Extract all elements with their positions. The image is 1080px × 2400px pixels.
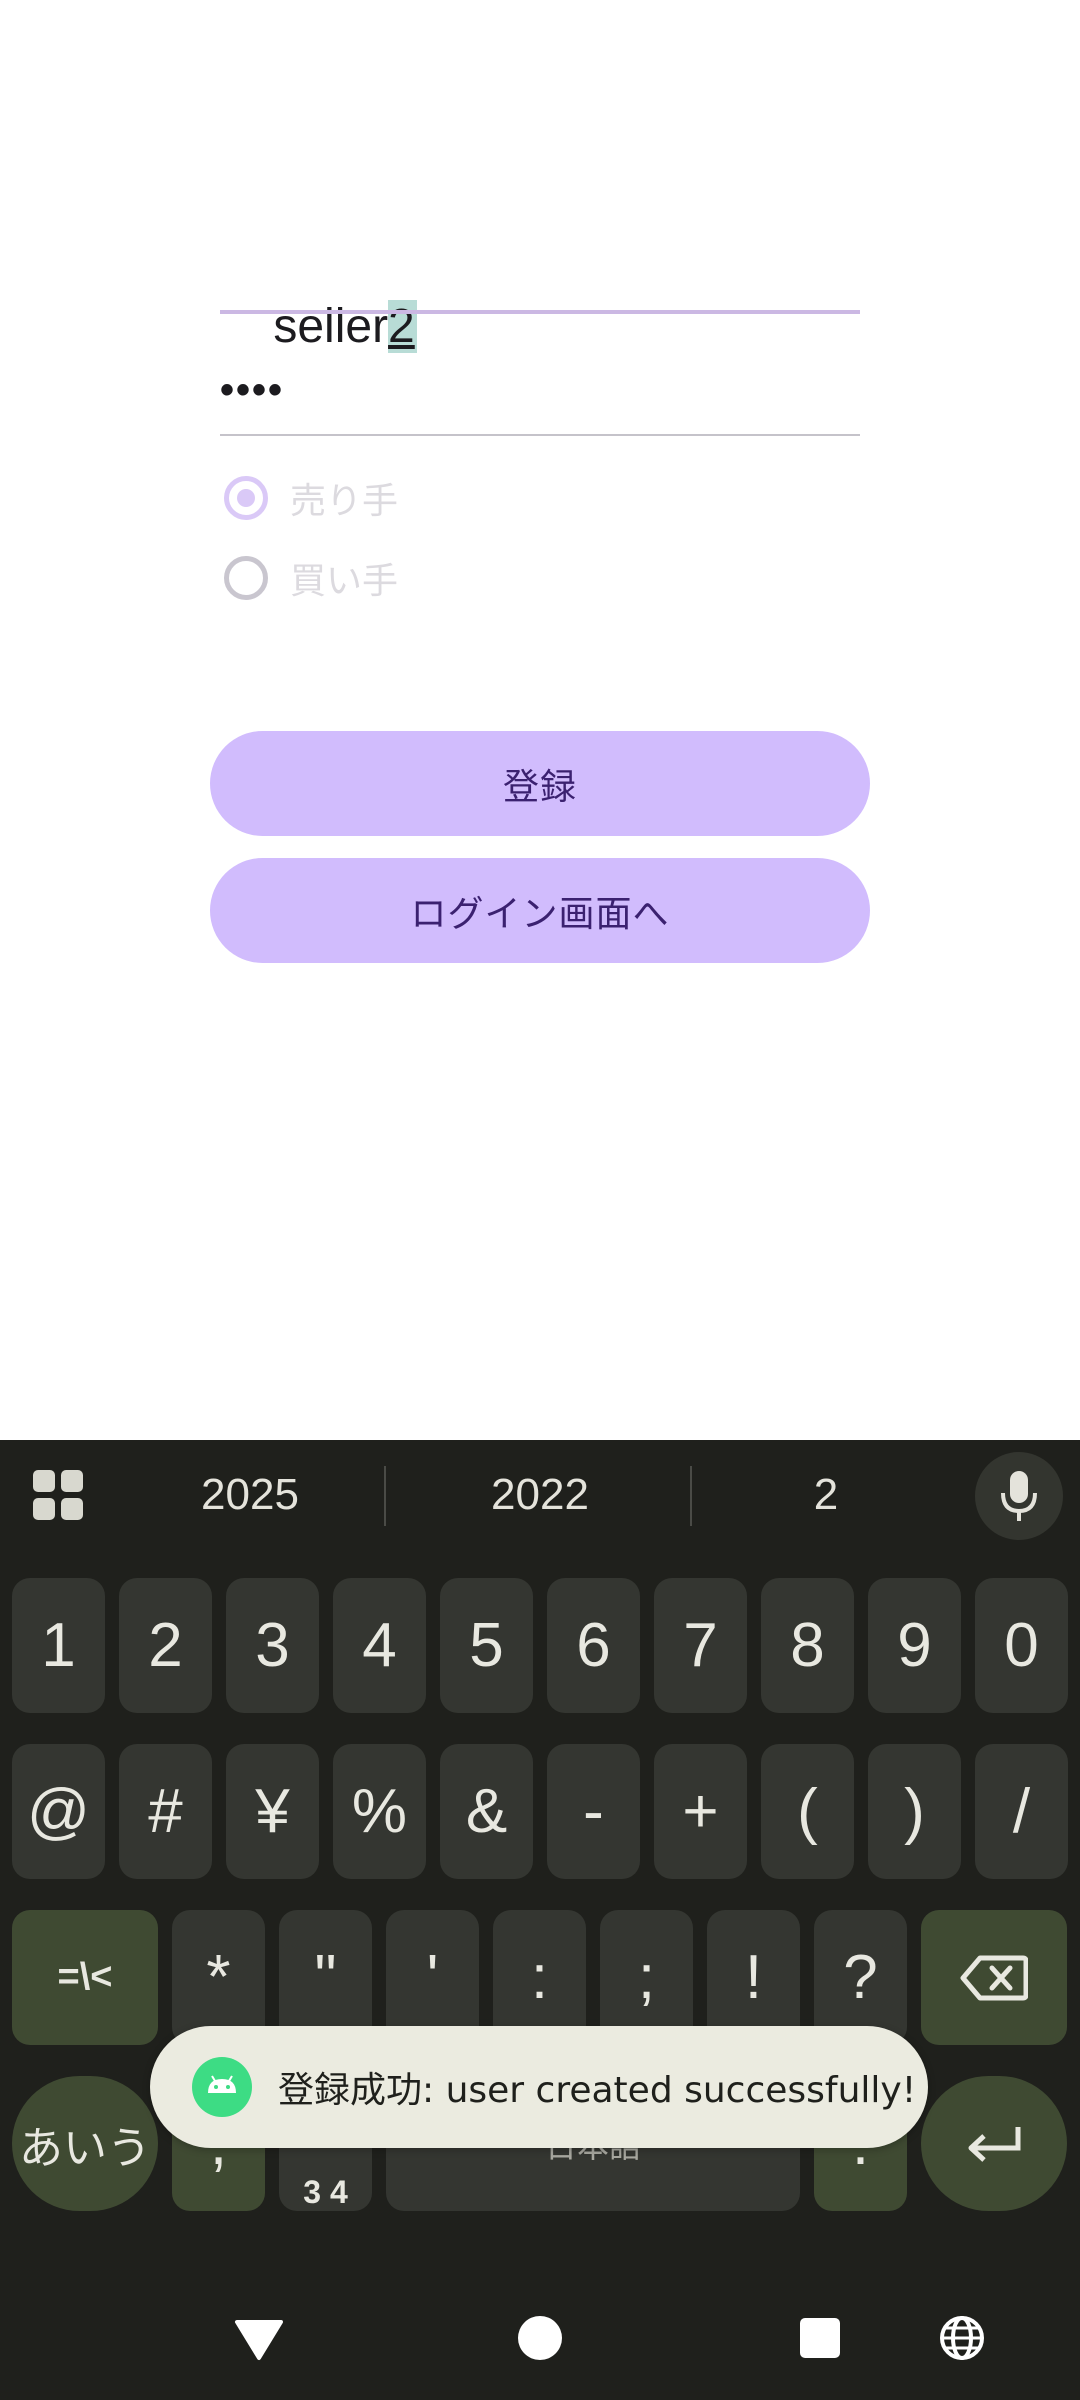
suggestion-2[interactable]: 2022 bbox=[390, 1440, 690, 1550]
radio-seller-label: 売り手 bbox=[290, 481, 399, 522]
key[interactable]: 7 bbox=[654, 1578, 747, 1713]
backspace-icon bbox=[960, 1955, 1028, 2000]
to-login-button[interactable]: ログイン画面へ bbox=[210, 858, 870, 963]
key[interactable]: 2 bbox=[119, 1578, 212, 1713]
key[interactable]: 4 bbox=[333, 1578, 426, 1713]
key[interactable]: @ bbox=[12, 1744, 105, 1879]
key[interactable]: : bbox=[493, 1910, 586, 2045]
navigation-bar bbox=[0, 2280, 1080, 2400]
language-icon[interactable] bbox=[938, 2314, 986, 2362]
home-icon[interactable] bbox=[518, 2316, 562, 2360]
back-icon[interactable] bbox=[234, 2318, 284, 2362]
key[interactable]: ) bbox=[868, 1744, 961, 1879]
japanese-mode-key[interactable]: あいう bbox=[12, 2076, 158, 2211]
key[interactable]: ; bbox=[600, 1910, 693, 2045]
key[interactable]: " bbox=[279, 1910, 372, 2045]
recents-icon[interactable] bbox=[800, 2318, 840, 2358]
password-field[interactable]: •••• bbox=[220, 360, 860, 440]
key[interactable]: 6 bbox=[547, 1578, 640, 1713]
key[interactable]: 1 bbox=[12, 1578, 105, 1713]
key[interactable]: % bbox=[333, 1744, 426, 1879]
radio-unchecked-icon bbox=[224, 556, 268, 600]
key[interactable]: 0 bbox=[975, 1578, 1068, 1713]
enter-icon bbox=[968, 2126, 1021, 2162]
key[interactable]: 8 bbox=[761, 1578, 854, 1713]
key[interactable]: ? bbox=[814, 1910, 907, 2045]
key[interactable]: - bbox=[547, 1744, 640, 1879]
username-field[interactable]: seller2 bbox=[220, 230, 860, 353]
toast-message: 登録成功: user created successfully! bbox=[278, 2070, 917, 2111]
username-underline bbox=[220, 310, 860, 314]
key[interactable]: 9 bbox=[868, 1578, 961, 1713]
toast: 登録成功: user created successfully! bbox=[150, 2026, 928, 2148]
key[interactable]: 3 bbox=[226, 1578, 319, 1713]
key[interactable]: ' bbox=[386, 1910, 479, 2045]
key[interactable]: + bbox=[654, 1744, 747, 1879]
key[interactable]: ! bbox=[707, 1910, 800, 2045]
suggestion-1[interactable]: 2025 bbox=[100, 1440, 400, 1550]
radio-buyer-label: 買い手 bbox=[290, 561, 399, 602]
symbols-more-key[interactable]: =\< bbox=[12, 1910, 158, 2045]
key[interactable]: 5 bbox=[440, 1578, 533, 1713]
soft-keyboard: 2025 2022 2 1 2 3 4 5 6 7 8 9 0 @ # ¥ % … bbox=[0, 1440, 1080, 2400]
android-icon bbox=[192, 2057, 252, 2117]
radio-buyer[interactable]: 買い手 bbox=[224, 548, 398, 608]
apps-grid-icon[interactable] bbox=[33, 1470, 83, 1520]
radio-seller[interactable]: 売り手 bbox=[224, 468, 398, 528]
key[interactable]: * bbox=[172, 1910, 265, 2045]
key[interactable]: # bbox=[119, 1744, 212, 1879]
microphone-icon[interactable] bbox=[975, 1452, 1063, 1540]
key[interactable]: ( bbox=[761, 1744, 854, 1879]
suggestion-3[interactable]: 2 bbox=[696, 1440, 956, 1550]
enter-key[interactable] bbox=[921, 2076, 1067, 2211]
radio-checked-icon bbox=[224, 476, 268, 520]
backspace-key[interactable] bbox=[921, 1910, 1067, 2045]
password-underline bbox=[220, 434, 860, 436]
key[interactable]: / bbox=[975, 1744, 1068, 1879]
password-value: •••• bbox=[220, 368, 285, 412]
register-button[interactable]: 登録 bbox=[210, 731, 870, 836]
key[interactable]: & bbox=[440, 1744, 533, 1879]
key[interactable]: ¥ bbox=[226, 1744, 319, 1879]
selected-text: 2 bbox=[388, 300, 417, 353]
